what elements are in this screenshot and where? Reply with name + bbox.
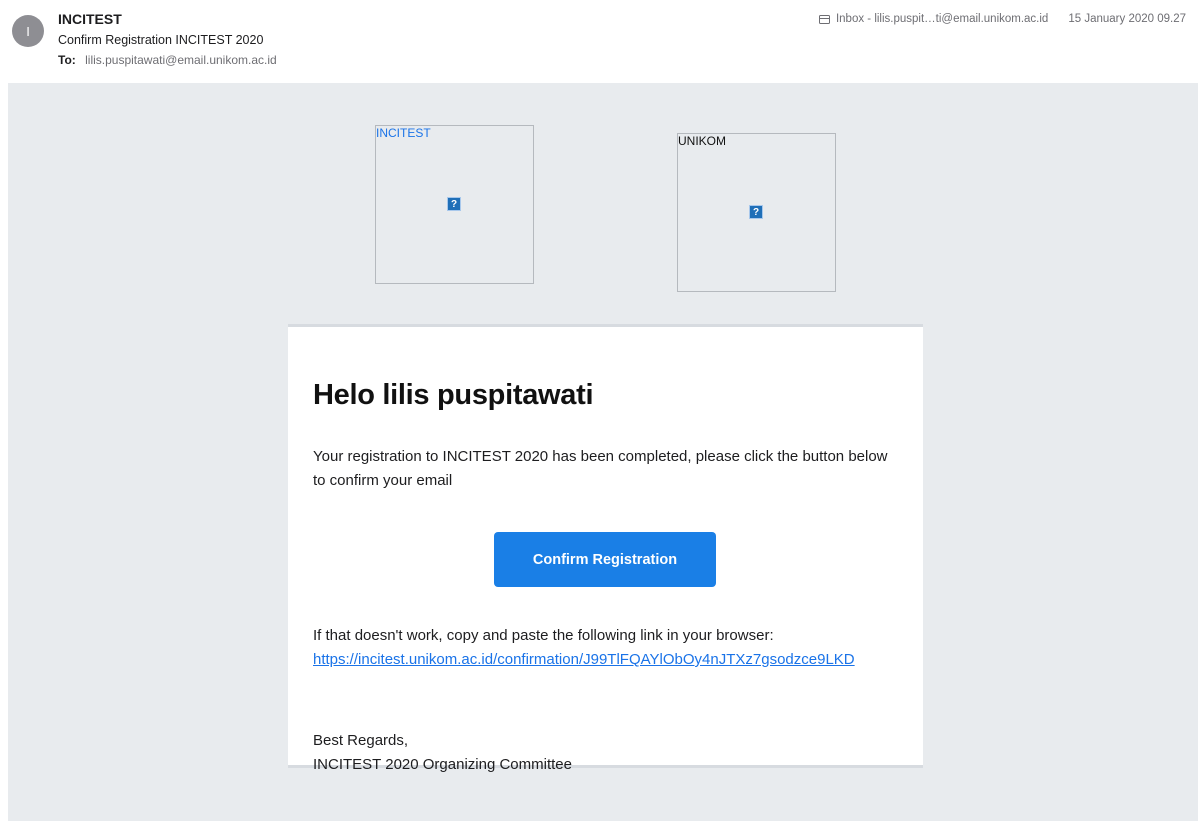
intro-text: Your registration to INCITEST 2020 has b… <box>313 448 888 489</box>
confirmation-link[interactable]: https://incitest.unikom.ac.id/confirmati… <box>313 651 855 668</box>
regards-line: Best Regards, <box>313 732 409 749</box>
signature: Best Regards, INCITEST 2020 Organizing C… <box>313 729 572 777</box>
mailbox-name[interactable]: Inbox - lilis.puspit…ti@email.unikom.ac.… <box>836 13 1048 25</box>
to-label: To: <box>58 53 76 67</box>
message-subject: Confirm Registration INCITEST 2020 <box>58 33 264 47</box>
incitest-logo: INCITEST ? <box>375 125 534 284</box>
sender-name[interactable]: INCITEST <box>58 11 122 27</box>
sender-avatar: I <box>12 15 44 47</box>
email-body: INCITEST ? UNIKOM ? Helo lilis puspitawa… <box>8 83 1198 821</box>
mailbox-icon <box>818 14 830 24</box>
message-card: Helo lilis puspitawati Your registration… <box>288 324 923 773</box>
unikom-logo-alt: UNIKOM <box>678 134 726 148</box>
fallback-text: If that doesn't work, copy and paste the… <box>313 627 774 644</box>
recipient-address[interactable]: lilis.puspitawati@email.unikom.ac.id <box>85 53 277 67</box>
confirm-registration-button[interactable]: Confirm Registration <box>494 532 716 587</box>
message-date: 15 January 2020 09.27 <box>1068 13 1186 25</box>
broken-image-icon: ? <box>447 197 461 211</box>
message-header: I INCITEST Confirm Registration INCITEST… <box>0 0 1198 80</box>
message-meta: Inbox - lilis.puspit…ti@email.unikom.ac.… <box>818 13 1186 25</box>
recipient-line: To: lilis.puspitawati@email.unikom.ac.id <box>58 53 277 67</box>
incitest-logo-alt: INCITEST <box>376 126 431 140</box>
greeting-heading: Helo lilis puspitawati <box>313 379 594 411</box>
unikom-logo: UNIKOM ? <box>677 133 836 292</box>
broken-image-icon: ? <box>749 205 763 219</box>
committee-line: INCITEST 2020 Organizing Committee <box>313 756 572 773</box>
